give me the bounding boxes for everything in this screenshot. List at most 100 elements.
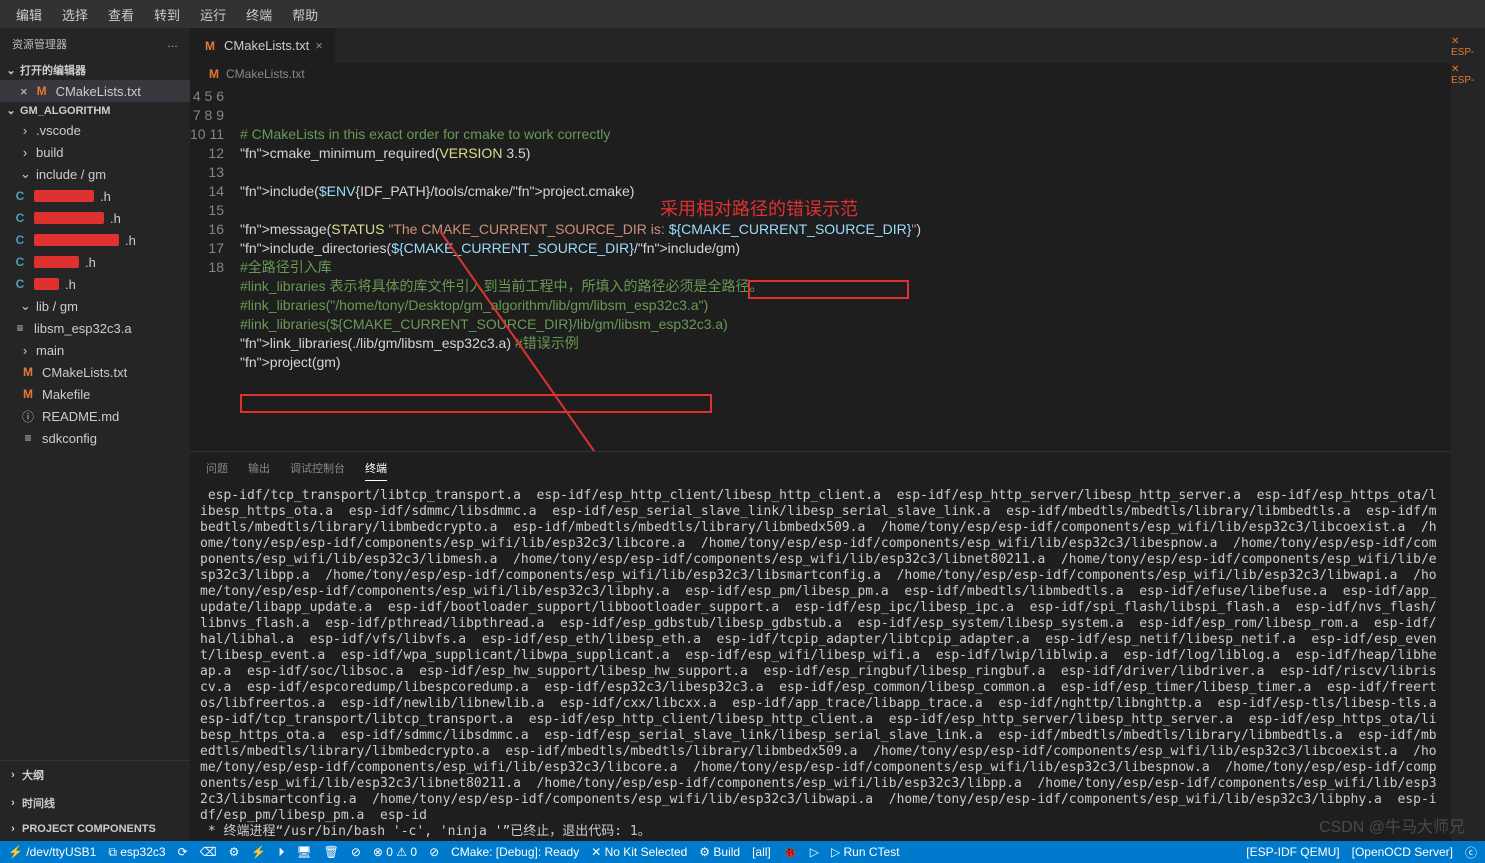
- status-item[interactable]: [OpenOCD Server]: [1352, 845, 1453, 859]
- breadcrumb-label: CMakeLists.txt: [226, 67, 305, 81]
- status-item[interactable]: ⚙ Build: [699, 845, 740, 859]
- open-editors-section[interactable]: ⌄ 打开的编辑器: [0, 60, 190, 80]
- file-label: Makefile: [42, 387, 90, 402]
- tree-item[interactable]: ⌄ lib / gm: [0, 295, 190, 317]
- tab-cmakelists[interactable]: M CMakeLists.txt ×: [190, 28, 336, 63]
- menu-终端[interactable]: 终端: [238, 1, 280, 28]
- status-item[interactable]: ⧉ esp32c3: [108, 845, 165, 860]
- open-editor-item[interactable]: ×MCMakeLists.txt: [0, 80, 190, 102]
- status-item[interactable]: ⓒ: [1465, 844, 1477, 861]
- section-时间线[interactable]: ›时间线: [0, 789, 190, 817]
- panel-tab-输出[interactable]: 输出: [248, 456, 270, 480]
- file-label: CMakeLists.txt: [56, 84, 141, 99]
- file-icon: M: [20, 364, 36, 380]
- status-item[interactable]: 🗑: [324, 845, 339, 859]
- status-item[interactable]: [ESP-IDF QEMU]: [1246, 845, 1339, 859]
- tree-item[interactable]: C.h: [0, 229, 190, 251]
- folder-label: lib / gm: [36, 299, 78, 314]
- menu-选择[interactable]: 选择: [54, 1, 96, 28]
- file-icon: ≡: [20, 430, 36, 446]
- file-label: CMakeLists.txt: [42, 365, 127, 380]
- file-icon: C: [12, 232, 28, 248]
- file-icon: C: [12, 210, 28, 226]
- status-item[interactable]: ⊘: [429, 845, 439, 859]
- tree-item[interactable]: C.h: [0, 207, 190, 229]
- tree-item[interactable]: MMakefile: [0, 383, 190, 405]
- panel-tab-调试控制台[interactable]: 调试控制台: [290, 456, 345, 480]
- folder-label: include / gm: [36, 167, 106, 182]
- chevron-icon: ›: [20, 343, 30, 358]
- file-icon: C: [12, 254, 28, 270]
- tree-item[interactable]: ⌄ include / gm: [0, 163, 190, 185]
- chevron-icon: ⌄: [20, 166, 30, 182]
- status-item[interactable]: ▷: [810, 845, 819, 859]
- panel-tab-问题[interactable]: 问题: [206, 456, 228, 480]
- rbar-item[interactable]: ✕ ESP-: [1451, 64, 1485, 86]
- rbar-item[interactable]: ✕ ESP-: [1451, 36, 1485, 58]
- chevron-icon: ⌄: [20, 298, 30, 314]
- statusbar: ⚡ /dev/ttyUSB1 ⧉ esp32c3 ⟳ ⌫ ⚙ ⚡ ⏵ 🖥 🗑 ⊘ ⊗ 0 ⚠ 0 ⊘ C…: [0, 841, 1485, 863]
- editor-area: M CMakeLists.txt × M CMakeLists.txt 4 5 …: [190, 28, 1451, 841]
- chevron-icon: ›: [20, 145, 30, 160]
- file-icon: C: [12, 188, 28, 204]
- tree-item[interactable]: M CMakeLists.txt: [0, 361, 190, 383]
- chevron-down-icon: ⌄: [6, 104, 16, 117]
- open-editors-title: 打开的编辑器: [20, 62, 86, 78]
- folder-label: main: [36, 343, 64, 358]
- tree-item[interactable]: C .h: [0, 185, 190, 207]
- close-icon[interactable]: ×: [315, 38, 323, 53]
- tree-item[interactable]: ≡ sdkconfig: [0, 427, 190, 449]
- tab-label: CMakeLists.txt: [224, 38, 309, 53]
- menu-查看[interactable]: 查看: [100, 1, 142, 28]
- section-大纲[interactable]: ›大纲: [0, 761, 190, 789]
- annotation-text: 采用相对路径的错误示范: [660, 200, 858, 219]
- file-icon: C: [12, 276, 28, 292]
- file-ext: .h: [100, 189, 111, 204]
- project-name: GM_ALGORITHM: [20, 105, 110, 117]
- tree-item[interactable]: ≡libsm_esp32c3.a: [0, 317, 190, 339]
- section-label: PROJECT COMPONENTS: [22, 823, 156, 835]
- close-icon[interactable]: ×: [20, 84, 28, 99]
- status-item[interactable]: ✕ No Kit Selected: [591, 845, 687, 859]
- status-item[interactable]: ⟳: [178, 845, 188, 859]
- cmake-icon: M: [206, 66, 222, 82]
- tree-item[interactable]: C .h: [0, 251, 190, 273]
- redacted-text: [34, 190, 94, 202]
- status-item[interactable]: ⊘: [351, 845, 361, 859]
- panel-tab-终端[interactable]: 终端: [365, 456, 387, 481]
- chevron-icon: ›: [20, 123, 30, 138]
- tree-item[interactable]: C .h: [0, 273, 190, 295]
- file-ext: .h: [85, 255, 96, 270]
- status-item[interactable]: ⚙: [229, 845, 240, 859]
- menu-编辑[interactable]: 编辑: [8, 1, 50, 28]
- tree-item[interactable]: ›.vscode: [0, 119, 190, 141]
- menu-运行[interactable]: 运行: [192, 1, 234, 28]
- tree-item[interactable]: › build: [0, 141, 190, 163]
- section-PROJECT COMPONENTS[interactable]: ›PROJECT COMPONENTS: [0, 817, 190, 841]
- status-item[interactable]: CMake: [Debug]: Ready: [451, 845, 579, 859]
- project-section[interactable]: ⌄ GM_ALGORITHM: [0, 102, 190, 119]
- tree-item[interactable]: ⓘREADME.md: [0, 405, 190, 427]
- menu-转到[interactable]: 转到: [146, 1, 188, 28]
- file-label: sdkconfig: [42, 431, 97, 446]
- watermark: CSDN @牛马大师兄: [1319, 813, 1465, 837]
- status-item[interactable]: ⚡: [251, 845, 266, 859]
- status-item[interactable]: [all]: [752, 845, 771, 859]
- breadcrumb[interactable]: M CMakeLists.txt: [190, 63, 1451, 85]
- code-editor[interactable]: 4 5 6 7 8 9 10 11 12 13 14 15 16 17 18 #…: [190, 85, 1451, 451]
- tree-item[interactable]: › main: [0, 339, 190, 361]
- status-item[interactable]: ⌫: [200, 845, 217, 859]
- terminal-output[interactable]: esp-idf/tcp_transport/libtcp_transport.a…: [190, 484, 1451, 841]
- status-item[interactable]: ⊗ 0 ⚠ 0: [373, 845, 417, 859]
- chevron-down-icon: ⌄: [6, 64, 16, 77]
- status-item[interactable]: ⏵: [278, 845, 284, 860]
- file-ext: .h: [65, 277, 76, 292]
- status-item[interactable]: ▷ Run CTest: [831, 845, 900, 859]
- status-item[interactable]: 🐞: [783, 845, 798, 859]
- status-item[interactable]: ⚡ /dev/ttyUSB1: [8, 845, 96, 859]
- folder-label: build: [36, 145, 63, 160]
- menu-帮助[interactable]: 帮助: [284, 1, 326, 28]
- status-item[interactable]: 🖥: [296, 845, 311, 859]
- code-lines[interactable]: # CMakeLists in this exact order for cma…: [240, 85, 1451, 451]
- explorer-more-icon[interactable]: …: [167, 38, 178, 50]
